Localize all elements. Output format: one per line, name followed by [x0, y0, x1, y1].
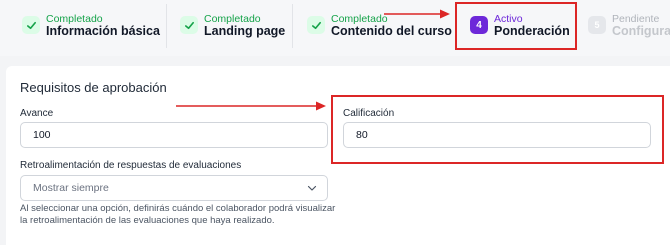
step-configuracion[interactable]: 5 Pendiente Configuración — [588, 0, 670, 52]
step-divider — [292, 4, 293, 48]
step-informacion-basica[interactable]: Completado Información básica — [22, 0, 162, 52]
retroalimentacion-selected: Mostrar siempre — [33, 182, 109, 194]
section-title: Requisitos de aprobación — [20, 80, 167, 95]
retroalimentacion-helper-text: Al seleccionar una opción, definirás cuá… — [20, 203, 336, 226]
avance-input[interactable]: 100 — [20, 122, 328, 148]
step-landing-page[interactable]: Completado Landing page — [180, 0, 290, 52]
annotation-box-calificacion — [331, 95, 664, 164]
annotation-arrow-icon — [384, 9, 450, 19]
step-divider — [166, 4, 167, 48]
step-title: Información básica — [46, 24, 160, 38]
avance-label: Avance — [20, 108, 54, 119]
retroalimentacion-select[interactable]: Mostrar siempre — [20, 175, 328, 201]
annotation-box-active-step — [455, 2, 577, 50]
check-icon — [180, 16, 198, 34]
step-title: Landing page — [204, 24, 286, 38]
chevron-down-icon — [307, 185, 317, 191]
step-number-badge: 5 — [588, 16, 606, 34]
retroalimentacion-label: Retroalimentación de respuestas de evalu… — [20, 160, 242, 171]
check-icon — [22, 16, 40, 34]
avance-value: 100 — [33, 129, 51, 141]
check-icon — [307, 16, 325, 34]
step-title: Contenido del curso — [331, 24, 452, 38]
step-title: Configuración — [612, 24, 670, 38]
annotation-arrow-icon — [176, 101, 326, 111]
